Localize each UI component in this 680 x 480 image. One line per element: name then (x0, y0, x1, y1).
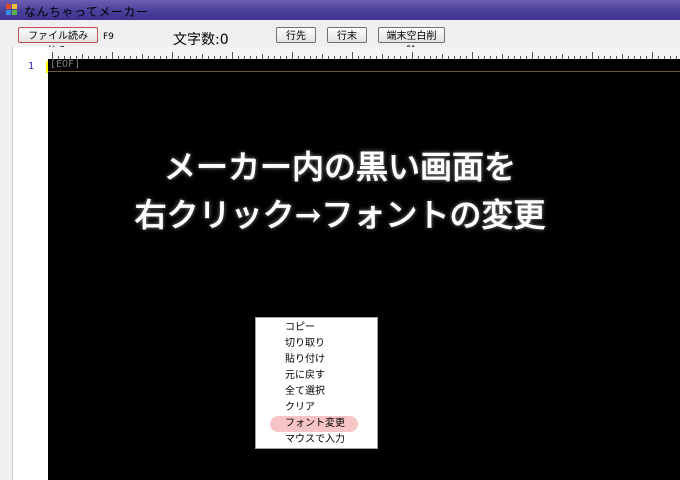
ruler-tick (52, 52, 53, 59)
context-menu-item[interactable]: 元に戻す (256, 368, 377, 384)
context-menu-item-label: 貼り付け (285, 354, 325, 365)
ruler-tick (232, 52, 233, 59)
eof-marker: [EOF] (50, 59, 81, 70)
context-menu-item[interactable]: フォント変更 (256, 416, 377, 432)
context-menu-item[interactable]: クリア (256, 400, 377, 416)
context-menu-item-label: 全て選択 (285, 386, 325, 397)
trim-trailing-space-button[interactable]: 端末空白削除 (378, 27, 445, 57)
context-menu-item[interactable]: 全て選択 (256, 384, 377, 400)
line-number: 1 (28, 61, 35, 72)
context-menu-item-label: コピー (285, 322, 315, 333)
instruction-line-1: メーカー内の黒い画面を (163, 148, 516, 186)
context-menu-list: コピー切り取り貼り付け元に戻す全て選択クリアフォント変更 マウスで入力 (256, 320, 377, 448)
ruler-tick (112, 52, 113, 59)
ruler-tick (532, 52, 533, 59)
context-menu-item[interactable]: コピー (256, 320, 377, 336)
char-count-label: 文字数:0 (173, 32, 229, 48)
ruler-tick (172, 52, 173, 59)
load-shortcut-label: F9 (103, 32, 114, 42)
ruler-tick (472, 52, 473, 59)
window-title: なんちゃってメーカー (24, 5, 149, 19)
ruler-tick (292, 52, 293, 59)
toolbar: ファイル読み込み F9 文字数:0 行先A0 行末A0 端末空白削除 (0, 20, 680, 57)
load-file-button[interactable]: ファイル読み込み (18, 27, 98, 57)
ruler-tick (352, 52, 353, 59)
context-menu-item-label: 元に戻す (285, 370, 325, 381)
gutter-scrollbar[interactable] (0, 47, 13, 480)
ruler-tick (652, 52, 653, 59)
current-line-indicator (48, 59, 680, 72)
line-tail-button[interactable]: 行末A0 (327, 27, 367, 57)
context-menu-item[interactable]: 貼り付け (256, 352, 377, 368)
context-menu-item-label: フォント変更 (285, 418, 345, 429)
app-icon (6, 4, 18, 16)
context-menu: コピー切り取り貼り付け元に戻す全て選択クリアフォント変更 マウスで入力 (255, 317, 378, 449)
title-bar: なんちゃってメーカー (0, 0, 680, 20)
ruler-tick (412, 52, 413, 59)
context-menu-item-label: クリア (285, 402, 315, 413)
ruler-tick (592, 52, 593, 59)
context-menu-item[interactable]: マウスで入力 (256, 432, 377, 448)
line-number-gutter: 1 (0, 47, 48, 480)
context-menu-item[interactable]: 切り取り (256, 336, 377, 352)
context-menu-item-label: マウスで入力 (285, 434, 345, 445)
instruction-line-2: 右クリック→フォントの変更 (134, 196, 546, 234)
context-menu-item-label: 切り取り (285, 338, 325, 349)
line-head-button[interactable]: 行先A0 (276, 27, 316, 57)
